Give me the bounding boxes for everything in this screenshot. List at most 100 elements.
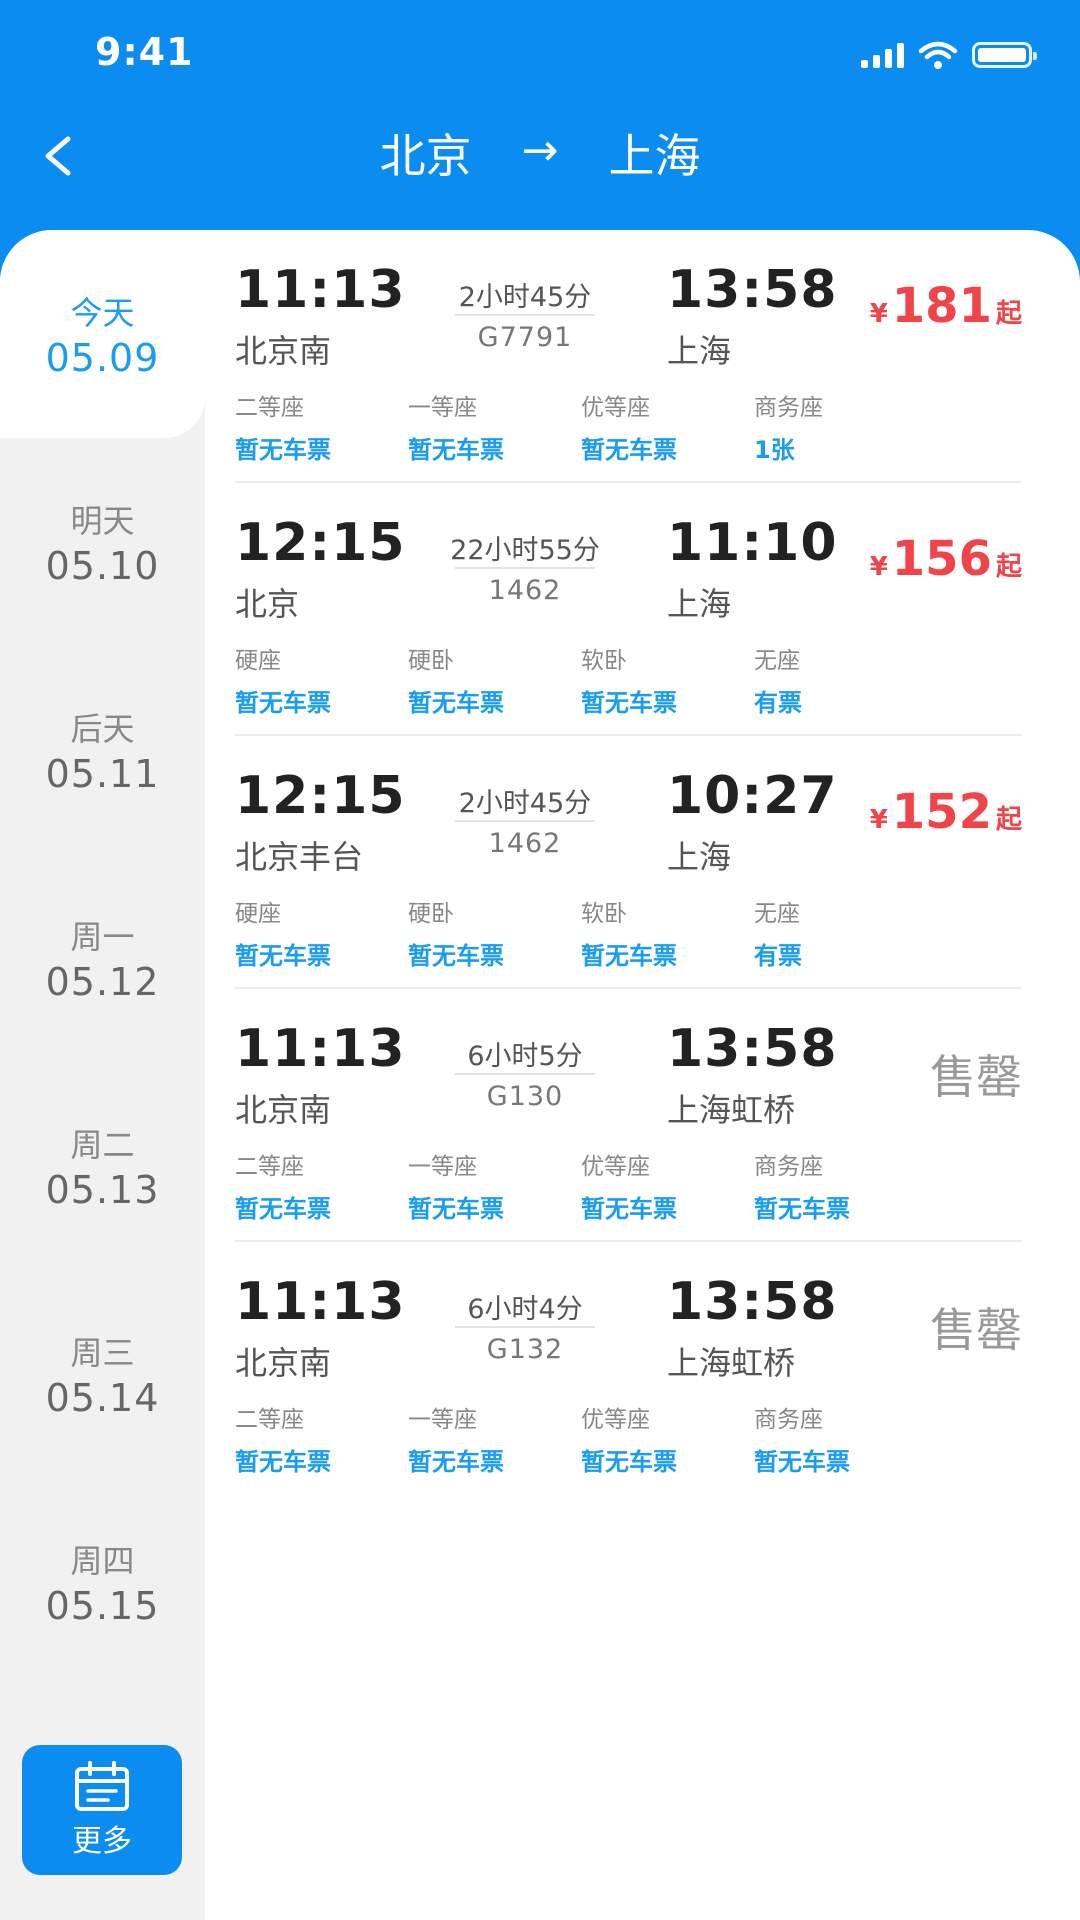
seat-type: 软卧 bbox=[581, 648, 627, 674]
price-amount: 152 bbox=[891, 784, 992, 840]
train-number: G130 bbox=[486, 1081, 564, 1112]
seat-item: 商务座 暂无车票 bbox=[754, 1147, 924, 1224]
date-item-0514[interactable]: 周三 05.14 bbox=[0, 1270, 205, 1478]
status-icons bbox=[861, 40, 1037, 70]
seat-type: 二等座 bbox=[235, 395, 304, 421]
seat-type: 优等座 bbox=[581, 1407, 650, 1433]
arrival-station: 上海 bbox=[667, 838, 732, 876]
departure-time: 11:13 bbox=[235, 1272, 406, 1332]
date-day-label: 后天 bbox=[70, 710, 135, 748]
seat-item: 商务座 1张 bbox=[754, 388, 924, 465]
train-row[interactable]: 11:13 北京南 6小时4分 G132 13:58 上海虹桥 售罄 二等座 暂… bbox=[235, 1242, 1022, 1495]
date-value: 05.09 bbox=[45, 336, 160, 380]
seat-availability: 暂无车票 bbox=[235, 689, 331, 717]
date-value: 05.11 bbox=[45, 752, 160, 796]
seat-item: 优等座 暂无车票 bbox=[581, 1147, 751, 1224]
more-button-label: 更多 bbox=[72, 1824, 132, 1859]
arrival-station: 上海 bbox=[667, 585, 732, 623]
price-suffix: 起 bbox=[995, 805, 1022, 835]
departure-station: 北京丰台 bbox=[235, 838, 364, 876]
price: ¥ 181 起 bbox=[870, 278, 1022, 334]
duration: 2小时45分 bbox=[458, 282, 592, 313]
date-item-0513[interactable]: 周二 05.13 bbox=[0, 1062, 205, 1270]
seat-availability: 有票 bbox=[754, 689, 802, 717]
arrival-time: 11:10 bbox=[667, 513, 838, 573]
seat-availability: 暂无车票 bbox=[581, 1448, 677, 1476]
price-amount: 156 bbox=[891, 531, 992, 587]
date-item-0512[interactable]: 周一 05.12 bbox=[0, 854, 205, 1062]
calendar-icon bbox=[75, 1761, 129, 1811]
seat-availability: 有票 bbox=[754, 942, 802, 970]
seat-availability: 暂无车票 bbox=[581, 436, 677, 464]
date-day-label: 周四 bbox=[70, 1542, 135, 1580]
currency-symbol: ¥ bbox=[869, 805, 888, 835]
arrival-station: 上海 bbox=[667, 332, 732, 370]
seat-item: 硬座 暂无车票 bbox=[235, 894, 405, 971]
seat-item: 二等座 暂无车票 bbox=[235, 1400, 405, 1477]
arrival-time: 10:27 bbox=[667, 766, 838, 826]
currency-symbol: ¥ bbox=[869, 299, 888, 329]
seat-item: 二等座 暂无车票 bbox=[235, 388, 405, 465]
date-day-label: 明天 bbox=[70, 502, 135, 540]
to-city: 上海 bbox=[608, 129, 701, 183]
seat-item: 商务座 暂无车票 bbox=[754, 1400, 924, 1477]
seat-item: 二等座 暂无车票 bbox=[235, 1147, 405, 1224]
date-value: 05.14 bbox=[45, 1376, 160, 1420]
seat-item: 优等座 暂无车票 bbox=[581, 388, 751, 465]
route-arrow-icon: → bbox=[521, 124, 559, 176]
date-value: 05.15 bbox=[45, 1584, 160, 1628]
price: ¥ 152 起 bbox=[870, 784, 1022, 840]
seat-type: 商务座 bbox=[754, 395, 823, 421]
seat-item: 硬座 暂无车票 bbox=[235, 641, 405, 718]
header: 9:41 北京 → 上海 bbox=[0, 0, 1080, 260]
seat-item: 硬卧 暂无车票 bbox=[408, 641, 578, 718]
duration-divider bbox=[455, 314, 595, 316]
seat-availability: 暂无车票 bbox=[235, 942, 331, 970]
arrival-time: 13:58 bbox=[667, 260, 838, 320]
seat-type: 无座 bbox=[754, 648, 800, 674]
date-item-0509[interactable]: 今天 05.09 bbox=[0, 230, 205, 438]
arrival-station: 上海虹桥 bbox=[667, 1344, 796, 1382]
seat-item: 无座 有票 bbox=[754, 894, 924, 971]
train-number: G7791 bbox=[477, 322, 573, 353]
seat-availability: 暂无车票 bbox=[581, 689, 677, 717]
seat-availability: 暂无车票 bbox=[581, 1195, 677, 1223]
departure-time: 12:15 bbox=[235, 766, 406, 826]
duration-divider bbox=[455, 1073, 595, 1075]
seat-item: 一等座 暂无车票 bbox=[408, 1147, 578, 1224]
seat-type: 硬座 bbox=[235, 901, 281, 927]
seat-availability: 暂无车票 bbox=[754, 1195, 850, 1223]
seat-type: 二等座 bbox=[235, 1154, 304, 1180]
sold-out-label: 售罄 bbox=[930, 1050, 1022, 1104]
price: ¥ 156 起 bbox=[870, 531, 1022, 587]
arrival-station: 上海虹桥 bbox=[667, 1091, 796, 1129]
duration: 6小时4分 bbox=[467, 1294, 583, 1325]
seat-type: 商务座 bbox=[754, 1407, 823, 1433]
train-row[interactable]: 11:13 北京南 6小时5分 G130 13:58 上海虹桥 售罄 二等座 暂… bbox=[235, 989, 1022, 1242]
train-row[interactable]: 11:13 北京南 2小时45分 G7791 13:58 上海 ¥ 181 起 … bbox=[235, 230, 1022, 483]
seat-availability: 暂无车票 bbox=[235, 1195, 331, 1223]
price-suffix: 起 bbox=[995, 552, 1022, 582]
date-item-0515[interactable]: 周四 05.15 bbox=[0, 1478, 205, 1686]
duration-divider bbox=[455, 820, 595, 822]
seat-availability: 暂无车票 bbox=[408, 1448, 504, 1476]
seat-type: 硬卧 bbox=[408, 901, 454, 927]
date-day-label: 周一 bbox=[70, 918, 135, 956]
train-row[interactable]: 12:15 北京丰台 2小时45分 1462 10:27 上海 ¥ 152 起 … bbox=[235, 736, 1022, 989]
seat-item: 软卧 暂无车票 bbox=[581, 641, 751, 718]
seat-type: 硬卧 bbox=[408, 648, 454, 674]
battery-icon bbox=[972, 42, 1037, 68]
wifi-icon bbox=[918, 41, 958, 69]
date-item-0510[interactable]: 明天 05.10 bbox=[0, 438, 205, 646]
seat-item: 无座 有票 bbox=[754, 641, 924, 718]
train-row[interactable]: 12:15 北京 22小时55分 1462 11:10 上海 ¥ 156 起 硬… bbox=[235, 483, 1022, 736]
seat-item: 一等座 暂无车票 bbox=[408, 1400, 578, 1477]
seat-availability: 暂无车票 bbox=[235, 436, 331, 464]
seat-availability: 暂无车票 bbox=[235, 1448, 331, 1476]
more-dates-button[interactable]: 更多 bbox=[22, 1745, 182, 1875]
date-item-0511[interactable]: 后天 05.11 bbox=[0, 646, 205, 854]
train-number: 1462 bbox=[488, 828, 562, 859]
duration: 2小时45分 bbox=[458, 788, 592, 819]
train-list: 11:13 北京南 2小时45分 G7791 13:58 上海 ¥ 181 起 … bbox=[235, 230, 1022, 1495]
seat-type: 二等座 bbox=[235, 1407, 304, 1433]
